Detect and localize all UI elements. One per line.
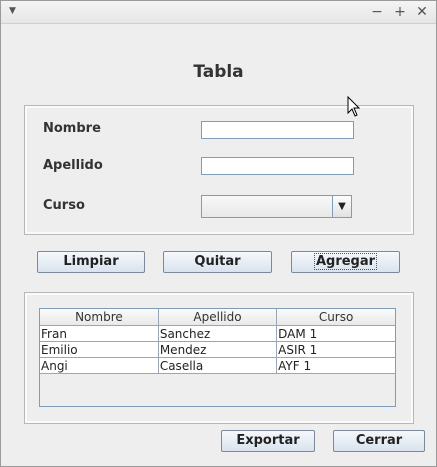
cerrar-button[interactable]: Cerrar <box>333 430 425 452</box>
data-table[interactable]: Nombre Apellido Curso Fran Sanchez DAM 1… <box>39 308 396 407</box>
cell-curso[interactable]: AYF 1 <box>276 357 395 374</box>
curso-label: Curso <box>43 198 85 213</box>
table-row[interactable]: Emilio Mendez ASIR 1 <box>40 341 395 358</box>
nombre-label: Nombre <box>43 121 101 136</box>
exportar-button[interactable]: Exportar <box>221 430 315 452</box>
column-header-curso[interactable]: Curso <box>276 309 395 326</box>
title-bar: ▼ − + ✕ <box>1 1 436 24</box>
window-menu-icon[interactable]: ▼ <box>9 6 16 16</box>
limpiar-button[interactable]: Limpiar <box>37 251 145 273</box>
cell-nombre[interactable]: Emilio <box>40 341 159 358</box>
apellido-label: Apellido <box>43 158 103 173</box>
cell-curso[interactable]: DAM 1 <box>276 325 395 342</box>
table-header-row: Nombre Apellido Curso <box>40 309 395 326</box>
maximize-icon[interactable]: + <box>393 3 407 21</box>
chevron-down-icon[interactable]: ▼ <box>332 196 351 217</box>
agregar-button-label: Agregar <box>313 253 378 270</box>
minimize-icon[interactable]: − <box>370 3 384 21</box>
table-row[interactable]: Fran Sanchez DAM 1 <box>40 325 395 342</box>
apellido-field[interactable] <box>201 157 354 175</box>
table-row[interactable]: Angi Casella AYF 1 <box>40 357 395 374</box>
curso-select[interactable]: ▼ <box>201 195 352 218</box>
cell-apellido[interactable]: Casella <box>158 357 278 374</box>
column-header-nombre[interactable]: Nombre <box>40 309 159 326</box>
agregar-button[interactable]: Agregar <box>291 251 400 273</box>
cell-apellido[interactable]: Sanchez <box>158 325 278 342</box>
mouse-pointer-icon <box>347 96 361 117</box>
cell-curso[interactable]: ASIR 1 <box>276 341 395 358</box>
cell-nombre[interactable]: Angi <box>40 357 159 374</box>
page-title: Tabla <box>193 62 244 82</box>
column-header-apellido[interactable]: Apellido <box>158 309 278 326</box>
cell-nombre[interactable]: Fran <box>40 325 159 342</box>
cell-apellido[interactable]: Mendez <box>158 341 278 358</box>
nombre-field[interactable] <box>201 121 354 139</box>
close-icon[interactable]: ✕ <box>415 3 429 21</box>
quitar-button[interactable]: Quitar <box>163 251 272 273</box>
